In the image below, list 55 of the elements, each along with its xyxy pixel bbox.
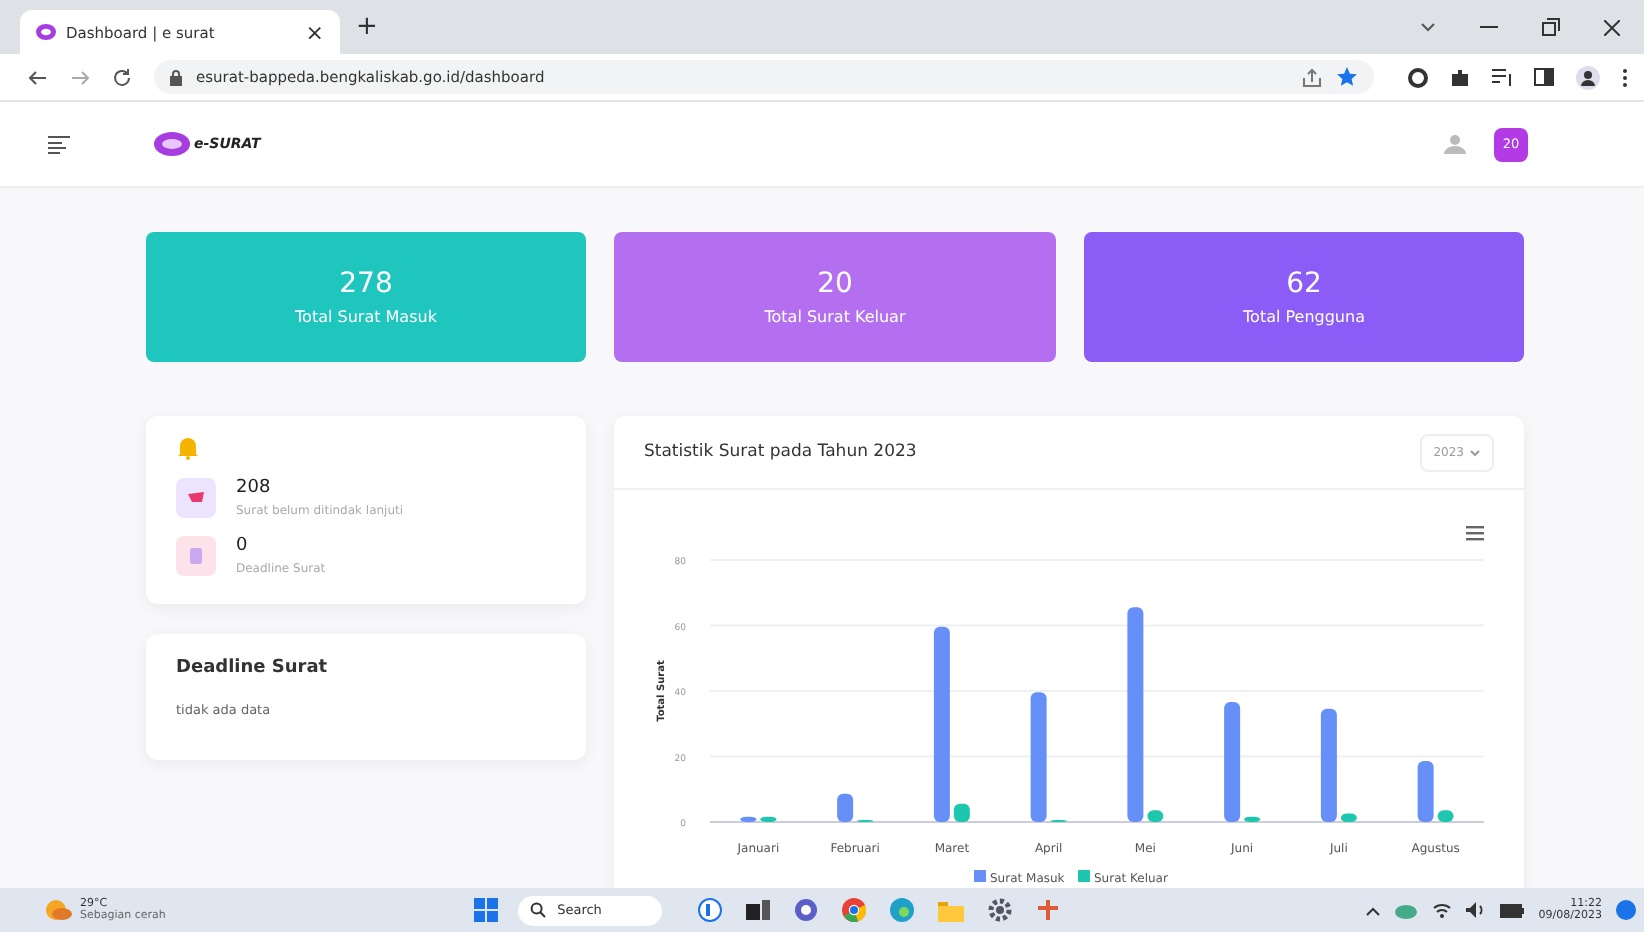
- bar: [1030, 692, 1047, 822]
- profile-icon[interactable]: [1576, 65, 1600, 89]
- search-icon: [529, 902, 546, 918]
- notification-icon[interactable]: [1616, 900, 1636, 920]
- clipboard-icon: [176, 536, 216, 576]
- stat-label: Total Surat Keluar: [764, 308, 906, 326]
- stat-label: Total Surat Masuk: [295, 308, 437, 326]
- close-tab-button[interactable]: ×: [305, 19, 324, 45]
- stat-value: 20: [817, 268, 853, 300]
- caret-icon: [1470, 449, 1480, 455]
- minimize-icon[interactable]: [1480, 25, 1498, 29]
- chevron-down-icon[interactable]: [1420, 22, 1436, 32]
- chevron-up-icon[interactable]: [1366, 905, 1381, 915]
- wifi-icon[interactable]: [1432, 902, 1453, 918]
- restore-icon[interactable]: [1542, 18, 1560, 36]
- share-icon[interactable]: [1302, 67, 1322, 87]
- logo-icon: [154, 132, 190, 156]
- gear-icon[interactable]: [987, 898, 1012, 922]
- close-icon[interactable]: [1604, 19, 1620, 35]
- chrome-icon[interactable]: [841, 898, 866, 922]
- stat-value: 62: [1286, 268, 1322, 300]
- speaker-icon[interactable]: [1466, 902, 1487, 918]
- bar: [760, 816, 777, 822]
- star-icon[interactable]: [1336, 66, 1358, 88]
- back-icon[interactable]: [28, 69, 48, 85]
- menu-icon[interactable]: [48, 135, 70, 153]
- letter-icon: [176, 478, 216, 518]
- bar: [1224, 702, 1241, 822]
- chart-title: Statistik Surat pada Tahun 2023: [644, 442, 917, 462]
- new-tab-button[interactable]: +: [356, 12, 378, 42]
- stat-label: Total Pengguna: [1243, 308, 1365, 326]
- reload-icon[interactable]: [112, 67, 132, 87]
- card-title: Deadline Surat: [176, 658, 330, 678]
- sidebar-icon[interactable]: [1534, 68, 1554, 86]
- more-icon[interactable]: [1622, 67, 1628, 87]
- bar: [1417, 761, 1434, 822]
- bell-icon: [176, 436, 200, 460]
- bar: [1437, 810, 1454, 822]
- favicon-icon: [36, 22, 56, 42]
- windows-start-icon[interactable]: [473, 898, 498, 922]
- lock-icon: [170, 69, 182, 85]
- notification-count: 0: [236, 536, 250, 556]
- stat-value: 278: [339, 268, 393, 300]
- battery-icon[interactable]: [1500, 903, 1525, 917]
- taskview-icon[interactable]: [745, 898, 770, 922]
- playlist-icon[interactable]: [1492, 68, 1512, 86]
- bar: [740, 816, 757, 822]
- bar: [953, 803, 970, 822]
- bar: [1244, 816, 1261, 822]
- chart-menu-icon[interactable]: [1466, 526, 1484, 541]
- bar: [837, 793, 854, 822]
- notification-count: 208: [236, 478, 273, 498]
- bar: [1147, 810, 1164, 822]
- bar: [1340, 813, 1357, 822]
- bar: [1320, 708, 1337, 822]
